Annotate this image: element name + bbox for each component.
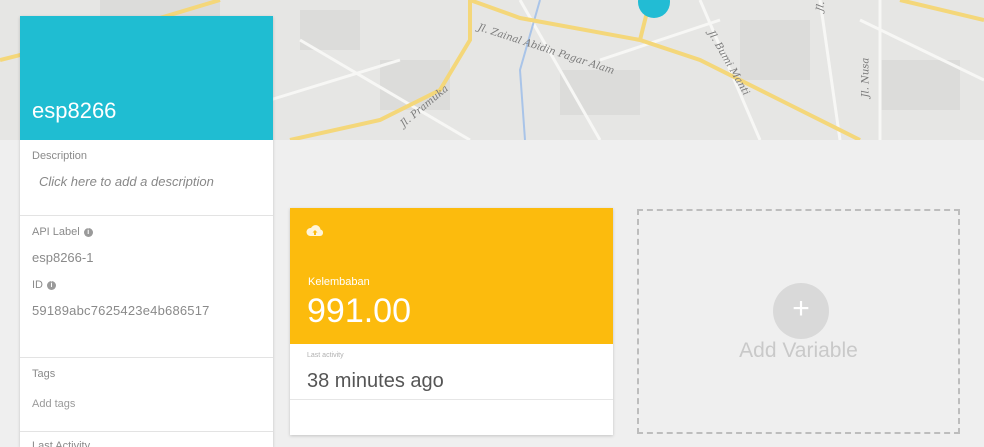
id-heading: ID i [32, 279, 261, 291]
tags-section: Tags Add tags [20, 358, 273, 432]
api-label-label: API Label [32, 226, 80, 238]
variable-card-header: Kelembaban 991.00 [290, 208, 613, 344]
last-activity-label: Last activity [307, 352, 344, 359]
add-variable-button[interactable]: + Add Variable [637, 209, 960, 434]
info-icon[interactable]: i [47, 280, 56, 290]
device-id-value: 59189abc7625423e4b686517 [32, 303, 210, 318]
device-header: esp8266 [20, 16, 273, 140]
variable-name: Kelembaban [308, 276, 370, 288]
add-variable-label: Add Variable [739, 339, 858, 362]
device-info-panel: esp8266 Description Click here to add a … [20, 16, 273, 447]
tags-label: Tags [32, 368, 56, 380]
device-name[interactable]: esp8266 [32, 98, 116, 124]
variable-value: 991.00 [307, 292, 411, 330]
info-icon[interactable]: i [83, 227, 93, 237]
last-activity-time: 38 minutes ago [307, 370, 444, 392]
api-label-value[interactable]: esp8266-1 [32, 250, 261, 265]
variable-card[interactable]: Kelembaban 991.00 Last activity 38 minut… [290, 208, 613, 435]
variable-activity: Last activity 38 minutes ago [290, 344, 613, 400]
description-input[interactable]: Click here to add a description [39, 174, 261, 189]
id-label: ID [32, 279, 43, 291]
plus-icon: + [773, 283, 829, 339]
api-label-section: API Label i esp8266-1 ID i 59189abc76254… [20, 216, 273, 358]
description-section: Description Click here to add a descript… [20, 140, 273, 216]
description-label: Description [32, 150, 88, 162]
street-label: Jl. Nusa [860, 57, 872, 98]
api-label-heading: API Label i [32, 216, 261, 238]
last-activity-label: Last Activity [32, 440, 91, 447]
cloud-upload-icon [306, 225, 324, 236]
add-tags-input[interactable]: Add tags [32, 398, 261, 410]
